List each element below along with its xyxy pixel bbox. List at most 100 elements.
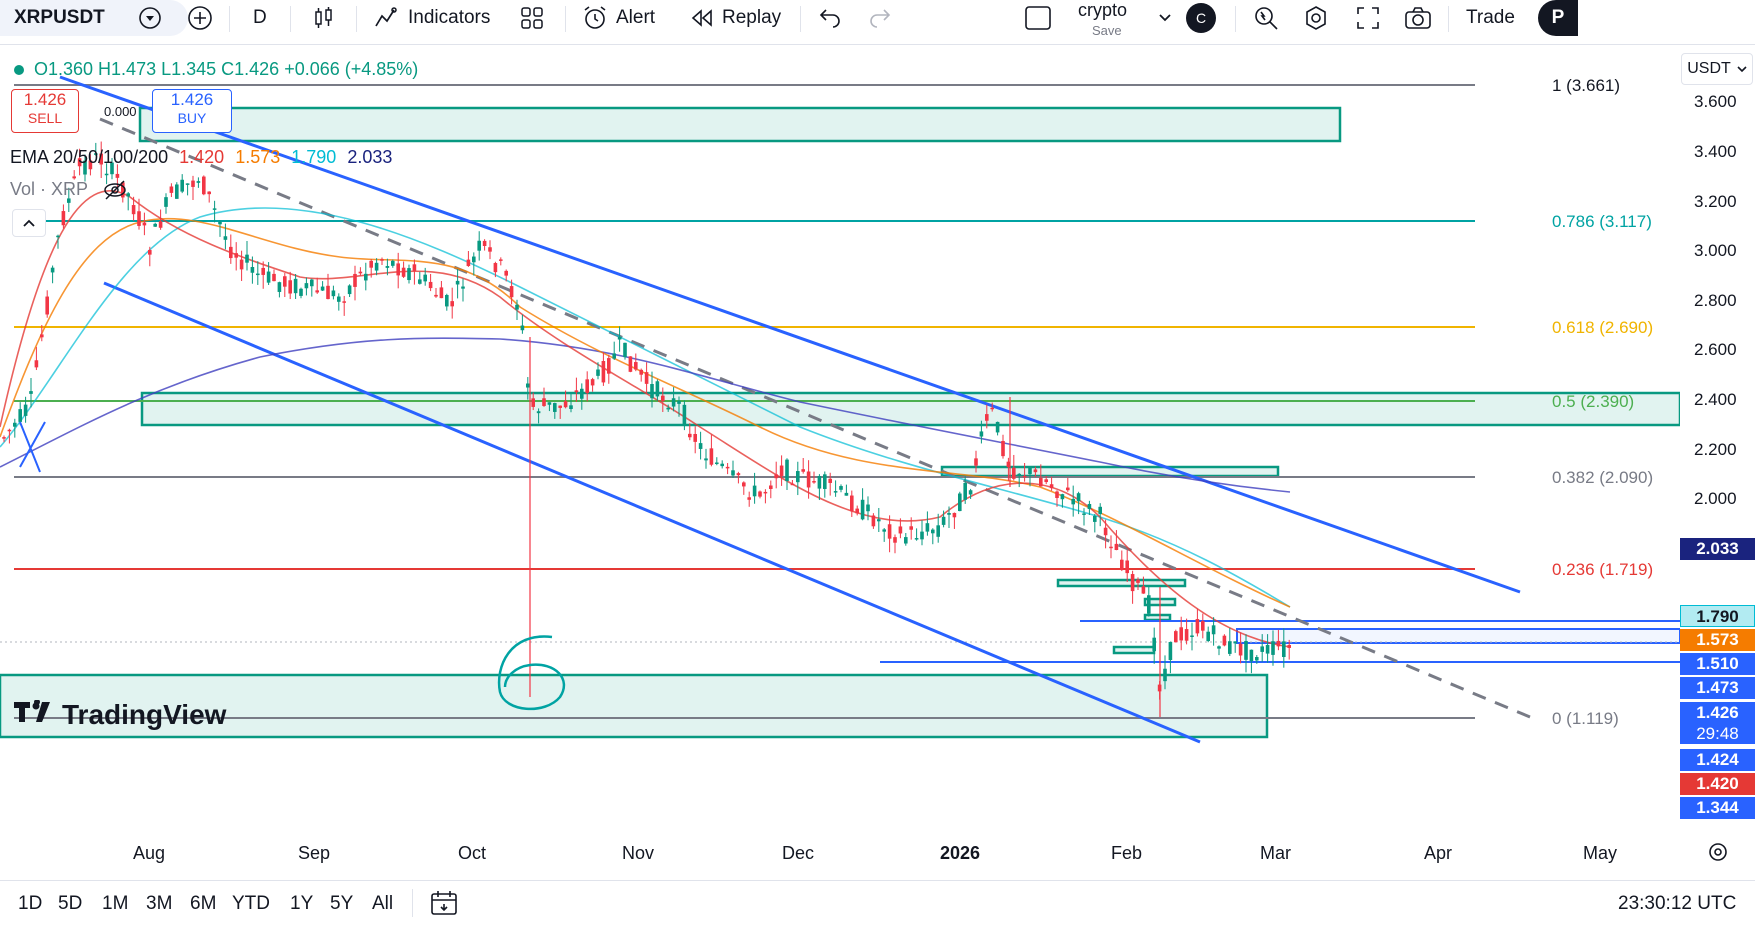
candle-body <box>731 470 735 476</box>
avatar[interactable]: C <box>1186 0 1216 36</box>
candle-body <box>855 508 859 514</box>
candle-body <box>828 478 832 483</box>
tradingview-logo-icon <box>14 699 58 731</box>
candle-body <box>725 466 730 469</box>
layout-select-icon[interactable] <box>1024 0 1052 36</box>
candle-body <box>968 490 973 495</box>
candles-style-icon[interactable] <box>312 0 336 36</box>
time-label: Apr <box>1424 843 1453 863</box>
candle-body <box>1055 491 1059 498</box>
ema-legend[interactable]: EMA 20/50/100/200 1.420 1.573 1.790 2.03… <box>10 147 392 168</box>
axis-settings-icon[interactable] <box>1707 841 1729 868</box>
clock-timezone[interactable]: 23:30:12 UTC <box>1618 893 1736 915</box>
candle-body <box>461 286 465 289</box>
candle-body <box>634 362 638 370</box>
candle-body <box>628 356 633 372</box>
symbol-name[interactable]: XRPUSDT <box>14 0 105 36</box>
candle-body <box>612 353 616 359</box>
candle-body <box>223 236 228 240</box>
candle-body <box>34 360 39 368</box>
indicators-button[interactable]: Indicators <box>374 0 490 36</box>
volume-legend[interactable]: Vol · XRP <box>10 179 126 200</box>
range-3m[interactable]: 3M <box>146 893 172 915</box>
resistance-zone-top <box>138 106 1342 143</box>
candle-body <box>234 253 238 258</box>
candle-body <box>358 271 363 274</box>
candle-body <box>1190 635 1194 637</box>
candle-body <box>256 273 260 276</box>
candle-body <box>202 176 206 195</box>
chevron-down-icon[interactable] <box>1158 0 1172 36</box>
time-axis[interactable]: Aug Sep Oct Nov Dec 2026 Feb Mar Apr May <box>0 835 1755 865</box>
candle-body <box>61 211 66 226</box>
candle-body <box>877 519 881 522</box>
candle-body <box>655 381 660 397</box>
interval-button[interactable]: D <box>253 0 267 36</box>
candle-body <box>1076 493 1081 502</box>
candle-body <box>585 379 589 394</box>
go-to-date-calendar-icon[interactable] <box>430 890 458 922</box>
candle-body <box>1271 641 1275 655</box>
candle-body <box>909 526 913 530</box>
range-1y[interactable]: 1Y <box>290 893 313 915</box>
symbol-menu-icon[interactable] <box>138 0 162 36</box>
candle-body <box>1287 645 1291 648</box>
layout-save-label[interactable]: Save <box>1092 12 1122 48</box>
chevron-up-icon <box>23 219 35 227</box>
candle-body <box>104 173 109 176</box>
candle-body <box>893 537 897 543</box>
candle-body <box>1060 494 1065 500</box>
candle-body <box>817 475 822 489</box>
candle-body <box>158 221 163 228</box>
templates-grid-icon[interactable] <box>520 0 544 36</box>
trade-button[interactable]: Trade <box>1466 0 1515 36</box>
candle-body <box>515 304 519 310</box>
ema20-value: 1.420 <box>179 147 225 167</box>
candle-body <box>1249 649 1254 662</box>
eye-hidden-icon[interactable] <box>102 179 128 206</box>
range-5y[interactable]: 5Y <box>330 893 353 915</box>
candle-body <box>115 173 120 178</box>
candle-body <box>882 529 886 532</box>
range-all[interactable]: All <box>372 893 393 915</box>
candle-body <box>601 360 606 383</box>
sell-button[interactable]: 1.426 SELL <box>11 89 79 133</box>
chart-pane[interactable]: 1 (3.661) 0.786 (3.117) 0.618 (2.690) 0.… <box>0 47 1682 835</box>
range-6m[interactable]: 6M <box>190 893 216 915</box>
candle-body <box>385 266 390 268</box>
candle-body <box>250 267 255 273</box>
camera-icon[interactable] <box>1404 0 1432 36</box>
price-tick: 3.600 <box>1694 92 1737 111</box>
range-ytd[interactable]: YTD <box>232 893 270 915</box>
buy-button[interactable]: 1.426 BUY <box>152 89 232 133</box>
candle-body <box>974 458 978 466</box>
undo-icon[interactable] <box>818 0 842 36</box>
currency-selector[interactable]: USDT <box>1681 53 1753 85</box>
alert-button[interactable]: Alert <box>582 0 655 36</box>
candle-body <box>1071 498 1075 505</box>
candle-body <box>148 250 152 255</box>
candle-body <box>1147 595 1151 614</box>
replay-button[interactable]: Replay <box>690 0 781 36</box>
candle-body <box>7 429 12 432</box>
redo-icon[interactable] <box>868 0 892 36</box>
range-1m[interactable]: 1M <box>102 893 128 915</box>
fullscreen-icon[interactable] <box>1356 0 1380 36</box>
publish-button[interactable]: P <box>1538 0 1578 36</box>
collapse-legend-button[interactable] <box>12 209 46 237</box>
range-1d[interactable]: 1D <box>18 893 42 915</box>
candle-body <box>661 395 665 402</box>
candle-body <box>401 267 406 277</box>
candle-body <box>526 383 530 388</box>
candle-body <box>758 491 762 497</box>
candle-body <box>137 211 141 226</box>
candle-body <box>423 274 427 282</box>
candle-body <box>1098 506 1102 515</box>
candle-body <box>1265 644 1270 654</box>
compare-add-icon[interactable] <box>187 0 213 36</box>
settings-gear-icon[interactable] <box>1303 0 1329 36</box>
price-tick: 2.200 <box>1694 440 1737 459</box>
range-5d[interactable]: 5D <box>58 893 82 915</box>
top-toolbar: XRPUSDT D Indicators Alert Replay crypto… <box>0 0 1755 45</box>
quick-search-icon[interactable] <box>1253 0 1279 36</box>
